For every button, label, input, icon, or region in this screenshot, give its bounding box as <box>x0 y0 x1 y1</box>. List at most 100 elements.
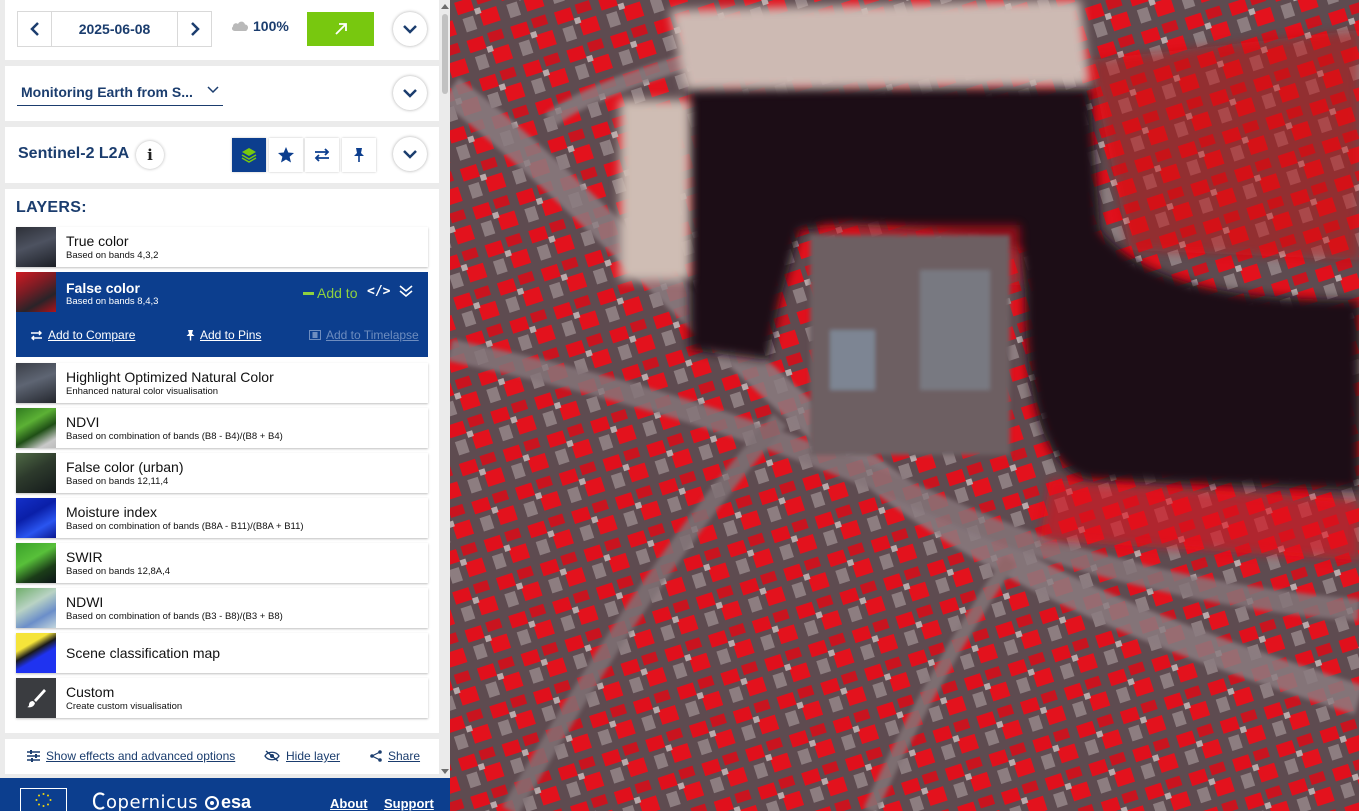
hide-layer-link[interactable]: Hide layer <box>264 749 340 763</box>
layer-item-false-color-urban[interactable]: False color (urban) Based on bands 12,11… <box>16 453 428 493</box>
layer-item-false-color[interactable]: False color Based on bands 8,4,3 Add to … <box>16 272 428 357</box>
pins-tab-button[interactable] <box>342 138 376 172</box>
layer-name: True color <box>66 233 129 249</box>
layer-item-scene-classification[interactable]: Scene classification map <box>16 633 428 673</box>
layer-options-bar: Show effects and advanced options Hide l… <box>5 739 439 774</box>
layer-item-highlight-optimized[interactable]: Highlight Optimized Natural Color Enhanc… <box>16 363 428 403</box>
eu-stars-icon <box>35 793 52 807</box>
layer-item-custom[interactable]: Custom Create custom visualisation <box>16 678 428 718</box>
eu-flag-logo <box>20 788 67 811</box>
code-icon[interactable]: </> <box>367 284 390 299</box>
search-button[interactable] <box>307 12 374 46</box>
chevron-down-icon <box>403 24 417 34</box>
share-label: Share <box>388 749 421 763</box>
layer-thumbnail <box>16 543 56 583</box>
collapse-layer-button[interactable] <box>399 284 413 303</box>
hide-layer-label: Hide layer <box>286 749 341 763</box>
date-picker: 2025-06-08 <box>17 11 212 47</box>
scroll-down-icon[interactable] <box>441 769 449 774</box>
show-effects-link[interactable]: Show effects and advanced options <box>27 749 235 763</box>
about-link[interactable]: About <box>330 796 368 811</box>
share-link[interactable]: Share <box>370 749 420 763</box>
datasource-card: Sentinel-2 L2A i <box>5 127 439 183</box>
previous-date-button[interactable] <box>18 12 52 46</box>
layer-description: Based on bands 12,11,4 <box>66 476 169 487</box>
date-card: 2025-06-08 100% <box>5 0 439 60</box>
cloud-cover-value: 100% <box>253 18 289 34</box>
layer-name: False color <box>66 280 140 296</box>
layer-description: Based on bands 8,4,3 <box>66 296 159 307</box>
next-date-button[interactable] <box>177 12 211 46</box>
layer-thumbnail <box>16 227 56 267</box>
layer-thumbnail <box>16 498 56 538</box>
add-to-compare-link[interactable]: Add to Compare <box>30 328 135 342</box>
layer-name: False color (urban) <box>66 459 184 475</box>
layer-item-true-color[interactable]: True color Based on bands 4,3,2 <box>16 227 428 267</box>
layer-name: NDVI <box>66 414 100 430</box>
datasource-info-button[interactable]: i <box>136 141 164 169</box>
esa-circle-icon <box>205 795 219 810</box>
copernicus-wordmark: opernicus <box>106 792 199 811</box>
layer-description: Based on combination of bands (B3 - B8)/… <box>66 611 283 622</box>
add-to-timelapse-link: Add to Timelapse <box>309 328 419 342</box>
pin-icon <box>354 148 364 162</box>
collapse-theme-button[interactable] <box>393 76 427 110</box>
layer-item-ndvi[interactable]: NDVI Based on combination of bands (B8 -… <box>16 408 428 448</box>
cloud-icon <box>231 21 249 31</box>
collapse-datasource-button[interactable] <box>393 137 427 171</box>
layer-name: SWIR <box>66 549 103 565</box>
layer-thumbnail <box>16 633 56 673</box>
layer-thumbnail <box>16 272 56 312</box>
layer-description: Enhanced natural color visualisation <box>66 386 219 397</box>
satellite-map[interactable] <box>450 0 1359 811</box>
cloud-cover-filter[interactable]: 100% <box>231 18 289 34</box>
show-effects-label: Show effects and advanced options <box>46 749 236 763</box>
side-panel: 2025-06-08 100% Monitoring Earth from S.… <box>0 0 450 811</box>
chevron-down-icon <box>403 149 417 159</box>
layer-description: Create custom visualisation <box>66 701 183 712</box>
support-link[interactable]: Support <box>384 796 434 811</box>
layer-thumbnail <box>16 678 56 718</box>
panel-scrollbar[interactable] <box>440 0 450 778</box>
layer-description: Based on bands 4,3,2 <box>66 250 159 261</box>
compare-arrows-icon <box>31 330 42 340</box>
layers-tab-button[interactable] <box>232 138 266 172</box>
film-icon <box>309 330 321 340</box>
sliders-icon <box>27 750 40 762</box>
layer-item-moisture-index[interactable]: Moisture index Based on combination of b… <box>16 498 428 538</box>
datasource-name: Sentinel-2 L2A <box>18 145 130 162</box>
layer-description: Based on combination of bands (B8A - B11… <box>66 521 304 532</box>
collapse-date-button[interactable] <box>393 12 427 46</box>
paint-brush-icon <box>27 689 46 708</box>
layer-item-ndwi[interactable]: NDWI Based on combination of bands (B3 -… <box>16 588 428 628</box>
add-to-pins-link[interactable]: Add to Pins <box>186 328 261 342</box>
chevron-down-icon <box>207 86 219 94</box>
footer-bar: opernicus esa About Support <box>0 778 450 811</box>
chevron-right-icon <box>190 22 200 36</box>
favorites-tab-button[interactable] <box>269 138 303 172</box>
star-icon <box>278 147 294 163</box>
layer-thumbnail <box>16 363 56 403</box>
add-to-button[interactable]: Add to <box>303 285 357 301</box>
date-input[interactable]: 2025-06-08 <box>53 12 176 46</box>
theme-select[interactable]: Monitoring Earth from S... <box>17 82 223 106</box>
compare-tab-button[interactable] <box>305 138 339 172</box>
copernicus-c-icon <box>92 792 105 810</box>
layer-name: Custom <box>66 684 115 700</box>
chevron-left-icon <box>29 22 39 36</box>
layer-thumbnail <box>16 453 56 493</box>
chevron-down-icon <box>403 88 417 98</box>
layer-item-swir[interactable]: SWIR Based on bands 12,8A,4 <box>16 543 428 583</box>
add-to-pins-label: Add to Pins <box>200 328 262 342</box>
layer-name: Moisture index <box>66 504 158 520</box>
layer-name: Scene classification map <box>66 645 221 661</box>
pin-icon <box>186 330 195 341</box>
scroll-up-icon[interactable] <box>441 4 449 9</box>
scroll-thumb[interactable] <box>442 14 448 94</box>
esa-logo: esa <box>205 792 251 811</box>
false-color-imagery <box>450 0 1359 811</box>
layer-description: Based on combination of bands (B8 - B4)/… <box>66 431 283 442</box>
compare-arrows-icon <box>314 148 330 162</box>
layer-name: Highlight Optimized Natural Color <box>66 369 274 385</box>
minus-icon <box>303 291 314 295</box>
